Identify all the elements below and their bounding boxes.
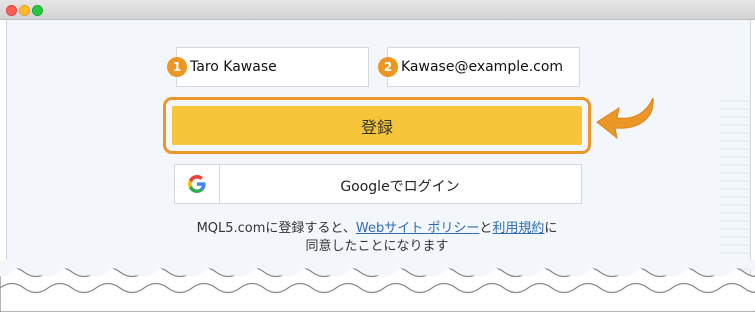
google-icon-container (175, 165, 220, 203)
close-window-button[interactable] (6, 5, 17, 16)
register-button[interactable]: 登録 (172, 106, 582, 145)
google-login-button[interactable]: Googleでログイン (174, 164, 582, 204)
title-bar (0, 0, 755, 20)
minimize-window-button[interactable] (19, 5, 30, 16)
terms-line-2: 同意したことになります (305, 239, 449, 254)
torn-edge-divider (0, 260, 755, 312)
name-field[interactable]: 1 Taro Kawase (167, 47, 369, 87)
step-badge-2: 2 (378, 57, 398, 77)
terms-of-use-link[interactable]: 利用規約 (492, 221, 544, 236)
google-g-icon (188, 175, 206, 193)
terms-prefix: MQL5.comに登録すると、 (196, 221, 356, 236)
terms-and: と (479, 221, 493, 236)
website-policy-link[interactable]: Webサイト ポリシー (356, 221, 479, 236)
google-login-label: Googleでログイン (340, 179, 460, 195)
email-field[interactable]: 2 Kawase@example.com (378, 47, 580, 87)
register-highlight: 登録 (163, 97, 591, 154)
name-input-value: Taro Kawase (190, 59, 277, 75)
terms-notice: MQL5.comに登録すると、Webサイト ポリシーと利用規約に 同意したことに… (107, 220, 647, 256)
pointer-arrow-icon (596, 97, 654, 140)
step-badge-1: 1 (167, 57, 187, 77)
terms-suffix: に (544, 221, 558, 236)
maximize-window-button[interactable] (32, 5, 43, 16)
browser-window: 1 Taro Kawase 2 Kawase@example.com 登録 Go… (0, 0, 755, 312)
email-input-value: Kawase@example.com (401, 59, 564, 75)
